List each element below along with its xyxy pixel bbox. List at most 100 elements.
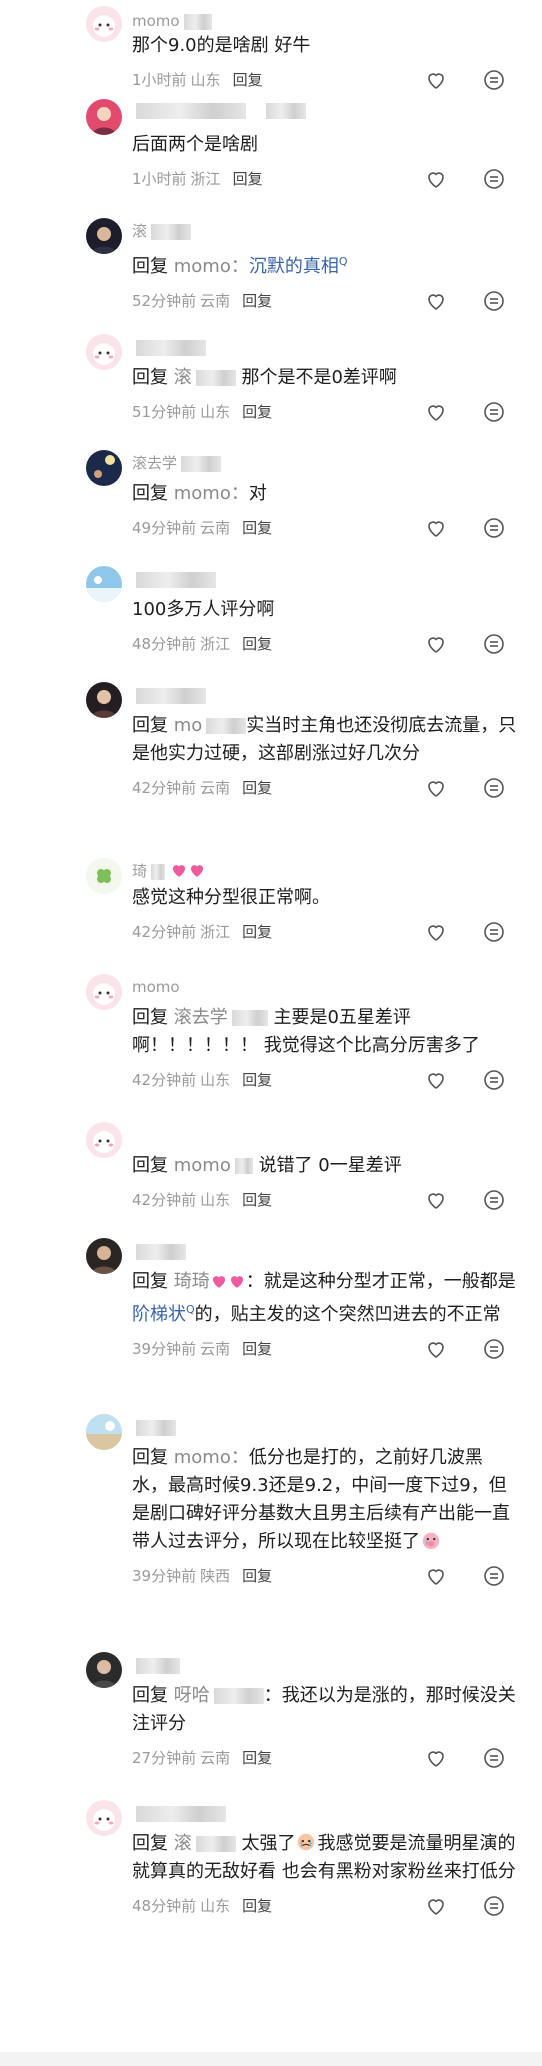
more-dots-icon[interactable] (482, 776, 506, 800)
comment-text: 100多万人评分啊 (132, 599, 275, 620)
heart-outline-icon[interactable] (424, 632, 448, 656)
reply-button[interactable]: 回复 (242, 1897, 272, 1915)
reply-button[interactable]: 回复 (242, 519, 272, 537)
comment-username[interactable] (132, 99, 518, 121)
comment-username[interactable]: 滚去学 (132, 452, 518, 474)
reply-keyword: 回复 (132, 367, 168, 388)
reply-button[interactable]: 回复 (242, 403, 272, 421)
comment-username[interactable] (132, 1416, 518, 1438)
reply-button[interactable]: 回复 (242, 1749, 272, 1767)
avatar[interactable] (86, 566, 122, 602)
comment-text: 回复 momo：对 (132, 480, 518, 508)
reply-keyword: 回复 (132, 1271, 168, 1292)
comment-meta: 1小时前 浙江 回复 (132, 159, 518, 199)
heart-outline-icon[interactable] (424, 1746, 448, 1770)
reply-button[interactable]: 回复 (242, 292, 272, 310)
avatar[interactable] (86, 1800, 122, 1836)
reply-target-name[interactable]: momo： (174, 1447, 249, 1468)
reply-button[interactable]: 回复 (242, 779, 272, 797)
comment-username[interactable]: 琦 (132, 860, 518, 882)
topic-link[interactable]: 沉默的真相 (249, 256, 339, 277)
comment-username[interactable] (132, 568, 518, 590)
reply-button[interactable]: 回复 (242, 1071, 272, 1089)
comment-body: 对 (248, 483, 267, 504)
avatar[interactable] (86, 858, 122, 894)
comment-text: 回复 滚去学 主要是0五星差评啊！！！！！！ 我觉得这个比高分厉害多了 (132, 1004, 518, 1060)
reply-target-name[interactable]: 滚去学 (174, 1007, 228, 1028)
comment-username[interactable] (132, 336, 518, 358)
comment-time: 42分钟前 (132, 923, 197, 941)
more-dots-icon[interactable] (482, 516, 506, 540)
reply-button[interactable]: 回复 (233, 170, 263, 188)
heart-outline-icon[interactable] (424, 1337, 448, 1361)
comment-username[interactable] (132, 1240, 518, 1262)
reply-target-name[interactable]: mo (174, 715, 203, 736)
more-dots-icon[interactable] (482, 1894, 506, 1918)
reply-target-name[interactable]: momo： (174, 256, 249, 277)
comment-time: 39分钟前 (132, 1567, 197, 1585)
comment-username[interactable] (132, 1124, 518, 1146)
reply-button[interactable]: 回复 (242, 1567, 272, 1585)
reply-button[interactable]: 回复 (233, 71, 263, 89)
reply-target-name[interactable]: 滚 (174, 367, 192, 388)
avatar[interactable] (86, 334, 122, 370)
more-dots-icon[interactable] (482, 1188, 506, 1212)
comment-username[interactable] (132, 684, 518, 706)
comment-time: 48分钟前 (132, 1897, 197, 1915)
avatar[interactable] (86, 1414, 122, 1450)
heart-outline-icon[interactable] (424, 289, 448, 313)
topic-link[interactable]: 阶梯状 (132, 1304, 186, 1325)
more-dots-icon[interactable] (482, 1337, 506, 1361)
more-dots-icon[interactable] (482, 1068, 506, 1092)
comment-text: 感觉这种分型很正常啊。 (132, 887, 330, 908)
more-dots-icon[interactable] (482, 289, 506, 313)
reply-button[interactable]: 回复 (242, 1191, 272, 1209)
comment-location: 云南 (200, 1340, 231, 1358)
heart-outline-icon[interactable] (424, 1188, 448, 1212)
comment-username[interactable]: momo (132, 10, 518, 32)
avatar[interactable] (86, 1652, 122, 1688)
reply-button[interactable]: 回复 (242, 1340, 272, 1358)
comment-location: 山东 (200, 1897, 231, 1915)
comment-location: 浙江 (200, 635, 231, 653)
avatar[interactable] (86, 450, 122, 486)
reply-button[interactable]: 回复 (242, 923, 272, 941)
avatar[interactable] (86, 1238, 122, 1274)
comment-username[interactable]: momo (132, 976, 518, 998)
more-dots-icon[interactable] (482, 400, 506, 424)
reply-target-name[interactable]: momo (174, 1155, 231, 1176)
reply-target-name[interactable]: 琦琦 (174, 1271, 210, 1292)
reply-button[interactable]: 回复 (242, 635, 272, 653)
heart-outline-icon[interactable] (424, 920, 448, 944)
reply-target-name[interactable]: 呀哈 (174, 1685, 210, 1706)
heart-outline-icon[interactable] (424, 1894, 448, 1918)
comment-meta: 42分钟前 云南 回复 (132, 768, 518, 808)
comment-item: 回复 mo 实当时主角也还没彻底去流量，只是他实力过硬，这部剧涨过好几次分 42分… (0, 668, 542, 844)
avatar[interactable] (86, 974, 122, 1010)
comment-location: 云南 (200, 519, 231, 537)
more-dots-icon[interactable] (482, 167, 506, 191)
comment-username[interactable] (132, 1802, 518, 1824)
avatar[interactable] (86, 1122, 122, 1158)
heart-outline-icon[interactable] (424, 400, 448, 424)
heart-outline-icon[interactable] (424, 516, 448, 540)
more-dots-icon[interactable] (482, 632, 506, 656)
avatar[interactable] (86, 6, 122, 42)
more-dots-icon[interactable] (482, 920, 506, 944)
heart-outline-icon[interactable] (424, 167, 448, 191)
comment-location: 山东 (190, 71, 221, 89)
heart-outline-icon[interactable] (424, 1564, 448, 1588)
reply-target-name[interactable]: 滚 (174, 1833, 192, 1854)
heart-outline-icon[interactable] (424, 1068, 448, 1092)
reply-target-name[interactable]: momo： (174, 483, 249, 504)
comment-meta: 42分钟前 山东 回复 (132, 1180, 518, 1220)
avatar[interactable] (86, 682, 122, 718)
avatar[interactable] (86, 218, 122, 254)
comment-username[interactable]: 滚 (132, 220, 518, 242)
avatar[interactable] (86, 99, 122, 135)
more-dots-icon[interactable] (482, 1746, 506, 1770)
comment-username[interactable] (132, 1654, 518, 1676)
reply-keyword: 回复 (132, 1685, 168, 1706)
heart-outline-icon[interactable] (424, 776, 448, 800)
more-dots-icon[interactable] (482, 1564, 506, 1588)
